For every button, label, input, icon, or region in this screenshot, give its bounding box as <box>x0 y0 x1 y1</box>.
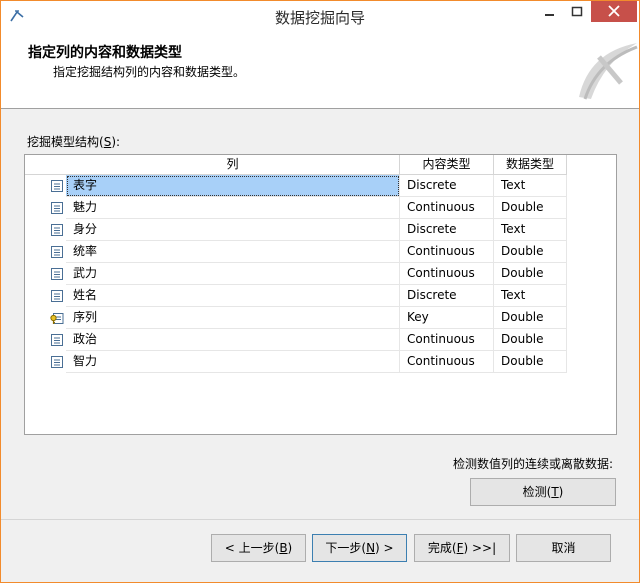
table-row[interactable]: 统率 Continuous Double <box>25 241 616 263</box>
column-icon <box>50 333 64 347</box>
column-name-cell[interactable]: 表字 <box>66 175 400 197</box>
detect-label: 检测数值列的连续或离散数据: <box>453 457 614 471</box>
column-icon <box>50 355 64 369</box>
minimize-button[interactable] <box>536 1 564 23</box>
maximize-button[interactable] <box>564 1 590 23</box>
table-row[interactable]: 表字 Discrete Text <box>25 175 616 197</box>
minimize-icon <box>545 14 554 16</box>
wizard-header: 指定列的内容和数据类型 指定挖掘结构列的内容和数据类型。 <box>1 31 639 109</box>
maximize-icon <box>571 6 583 17</box>
column-name-cell[interactable]: 政治 <box>66 329 400 351</box>
data-type-cell[interactable]: Text <box>494 219 567 241</box>
column-icon <box>50 245 64 259</box>
header-data-type[interactable]: 数据类型 <box>494 155 567 175</box>
page-title: 指定列的内容和数据类型 <box>28 45 182 61</box>
data-type-cell[interactable]: Double <box>494 263 567 285</box>
wizard-window: 数据挖掘向导 指定列的内容和数据类型 指定挖掘结构列的内容和数据类型。 挖掘模型… <box>0 0 640 583</box>
back-button[interactable]: < 上一步(B) <box>211 534 306 562</box>
grid-header: 列 内容类型 数据类型 <box>25 155 616 175</box>
key-column-icon <box>50 311 64 325</box>
data-type-cell[interactable]: Text <box>494 175 567 197</box>
table-row[interactable]: 序列 Key Double <box>25 307 616 329</box>
header-content-type[interactable]: 内容类型 <box>400 155 494 175</box>
column-name-cell[interactable]: 魅力 <box>66 197 400 219</box>
content-type-cell[interactable]: Continuous <box>400 197 494 219</box>
column-name-cell[interactable]: 序列 <box>66 307 400 329</box>
mining-structure-grid[interactable]: 列 内容类型 数据类型 表字 Discrete Text 魅力 Continuous Do… <box>24 154 617 435</box>
table-row[interactable]: 魅力 Continuous Double <box>25 197 616 219</box>
column-name-cell[interactable]: 身分 <box>66 219 400 241</box>
data-type-cell[interactable]: Double <box>494 351 567 373</box>
header-blank <box>25 155 66 175</box>
content-type-cell[interactable]: Key <box>400 307 494 329</box>
content-type-cell[interactable]: Discrete <box>400 175 494 197</box>
finish-button[interactable]: 完成(F) >>| <box>414 534 510 562</box>
title-bar[interactable]: 数据挖掘向导 <box>1 1 639 31</box>
wizard-banner-icon <box>579 43 638 100</box>
content-type-cell[interactable]: Discrete <box>400 219 494 241</box>
table-row[interactable]: 智力 Continuous Double <box>25 351 616 373</box>
column-icon <box>50 289 64 303</box>
column-icon <box>50 179 64 193</box>
data-type-cell[interactable]: Double <box>494 329 567 351</box>
table-row[interactable]: 武力 Continuous Double <box>25 263 616 285</box>
column-icon <box>50 201 64 215</box>
column-name-cell[interactable]: 姓名 <box>66 285 400 307</box>
data-type-cell[interactable]: Double <box>494 241 567 263</box>
data-type-cell[interactable]: Double <box>494 307 567 329</box>
column-icon <box>50 267 64 281</box>
table-row[interactable]: 姓名 Discrete Text <box>25 285 616 307</box>
column-name-cell[interactable]: 智力 <box>66 351 400 373</box>
content-type-cell[interactable]: Continuous <box>400 263 494 285</box>
content-type-cell[interactable]: Continuous <box>400 351 494 373</box>
column-icon <box>50 223 64 237</box>
next-button[interactable]: 下一步(N) > <box>312 534 407 562</box>
content-type-cell[interactable]: Continuous <box>400 329 494 351</box>
header-column[interactable]: 列 <box>66 155 400 175</box>
close-button[interactable] <box>591 1 637 22</box>
table-row[interactable]: 身分 Discrete Text <box>25 219 616 241</box>
page-subtitle: 指定挖掘结构列的内容和数据类型。 <box>53 65 246 79</box>
data-type-cell[interactable]: Text <box>494 285 567 307</box>
column-name-cell[interactable]: 统率 <box>66 241 400 263</box>
column-name-cell[interactable]: 武力 <box>66 263 400 285</box>
data-type-cell[interactable]: Double <box>494 197 567 219</box>
content-type-cell[interactable]: Continuous <box>400 241 494 263</box>
cancel-button[interactable]: 取消 <box>516 534 611 562</box>
close-icon <box>608 5 620 17</box>
table-row[interactable]: 政治 Continuous Double <box>25 329 616 351</box>
grid-label: 挖掘模型结构(S): <box>27 135 121 149</box>
detect-button[interactable]: 检测(T) <box>470 478 616 506</box>
content-type-cell[interactable]: Discrete <box>400 285 494 307</box>
